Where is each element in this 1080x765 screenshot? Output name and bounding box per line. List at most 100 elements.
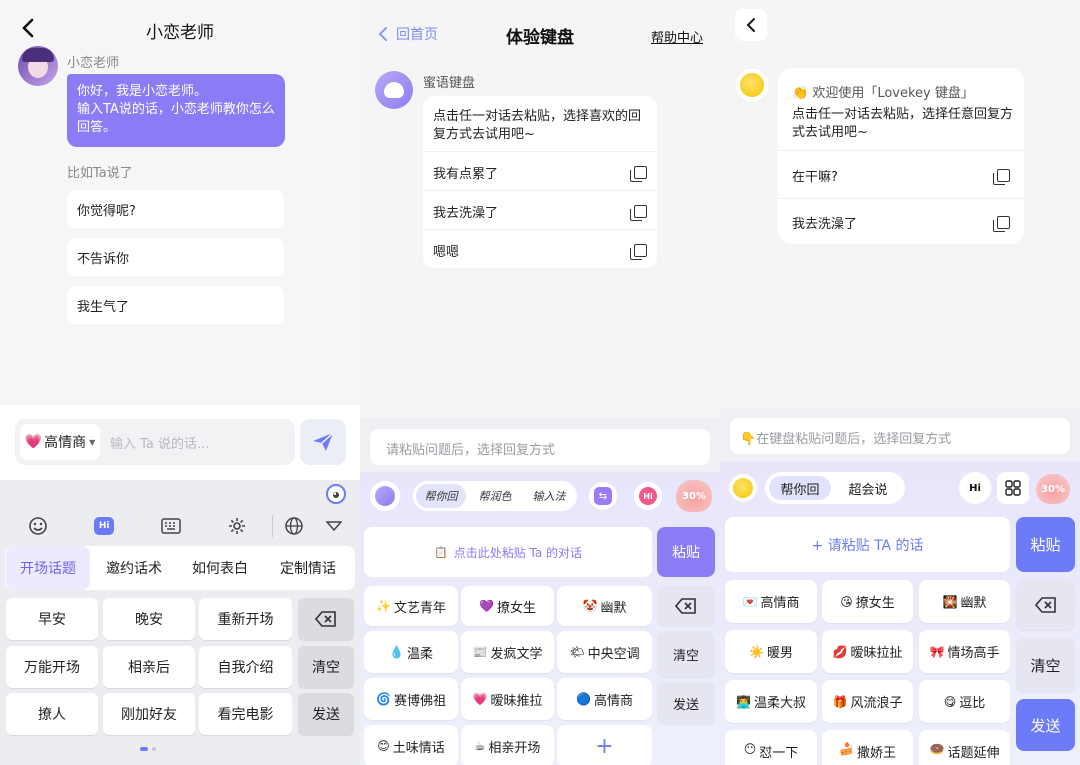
paste-button[interactable]: 粘贴 <box>1016 517 1075 572</box>
style-key[interactable]: 🌤 中央空调 <box>557 631 652 673</box>
phrase-key[interactable]: 早安 <box>6 598 98 640</box>
example-item[interactable]: 我生气了 <box>67 286 284 324</box>
progress-heart: 30% <box>676 480 712 512</box>
copy-icon <box>993 168 1010 185</box>
tab-opening-topic[interactable]: 开场话题 <box>6 546 90 590</box>
page-indicator-active <box>140 747 148 751</box>
style-key[interactable]: 💜 撩女生 <box>461 586 554 626</box>
panel-honey-keyboard: 回首页 体验键盘 帮助中心 蜜语键盘 点击任一对话去粘贴，选择喜欢的回复方式去试… <box>360 0 720 765</box>
style-key[interactable]: 🔵 高情商 <box>557 678 652 720</box>
hi-assistant-icon[interactable]: Hi <box>69 517 138 535</box>
phrase-key[interactable]: 万能开场 <box>6 646 98 688</box>
tab-invite[interactable]: 邀约话术 <box>92 546 176 590</box>
assistant-face-icon[interactable]: ◕ <box>326 484 346 504</box>
paste-area[interactable]: 📋 点击此处粘贴 Ta 的对话 <box>364 527 652 577</box>
tab-help-reply[interactable]: 帮你回 <box>769 476 831 500</box>
paste-input[interactable]: 👇在键盘粘贴问题后，选择回复方式 <box>730 418 1070 454</box>
collapse-keyboard-icon[interactable] <box>314 521 354 531</box>
add-style-button[interactable]: + <box>557 725 652 765</box>
demo-item[interactable]: 我去洗澡了 <box>423 192 657 230</box>
send-key[interactable]: 发送 <box>1016 699 1075 751</box>
style-key[interactable]: ☕ 相亲开场 <box>461 725 554 765</box>
tab-super-talk[interactable]: 超会说 <box>835 476 901 500</box>
point-hand-icon: 👇 <box>740 432 757 447</box>
phrase-key[interactable]: 看完电影 <box>199 693 292 735</box>
demo-card: 点击任一对话去粘贴，选择喜欢的回复方式去试用吧~ 我有点累了 我去洗澡了 嗯嗯 <box>423 96 657 268</box>
help-center-link[interactable]: 帮助中心 <box>651 27 703 46</box>
example-item[interactable]: 你觉得呢? <box>67 190 284 228</box>
keyboard-icon[interactable] <box>139 518 202 534</box>
style-key[interactable]: 🌀 赛博佛祖 <box>364 678 458 720</box>
bot-logo-icon[interactable] <box>370 481 400 511</box>
back-button[interactable] <box>735 9 767 41</box>
greeting-bubble: 你好，我是小恋老师。 输入TA说的话，小恋老师教你怎么回答。 <box>67 74 285 147</box>
phrase-key[interactable]: 自我介绍 <box>199 646 292 688</box>
phrase-key[interactable]: 刚加好友 <box>103 693 195 735</box>
style-key[interactable]: 🎀 情场高手 <box>919 630 1010 673</box>
teacher-avatar <box>18 46 58 86</box>
delete-button[interactable] <box>657 586 715 626</box>
clear-button[interactable]: 清空 <box>1016 638 1075 692</box>
mode-tabs: 帮你回 超会说 <box>765 472 905 504</box>
swap-icon[interactable]: ⇆ <box>589 482 617 510</box>
style-key[interactable]: 😘 撩女生 <box>822 580 913 623</box>
style-key[interactable]: 😋 逗比 <box>919 680 1010 723</box>
tab-input-method[interactable]: 输入法 <box>523 484 575 508</box>
hi-icon[interactable]: Hi <box>634 482 662 510</box>
paste-button[interactable]: 粘贴 <box>657 527 715 577</box>
delete-button[interactable] <box>298 598 354 640</box>
phrase-key[interactable]: 相亲后 <box>103 646 195 688</box>
input-bar: 请粘贴问题后，选择回复方式 <box>360 418 720 472</box>
gear-icon[interactable] <box>202 516 271 536</box>
emoji-icon[interactable] <box>6 516 69 536</box>
send-button[interactable] <box>300 419 346 465</box>
style-key[interactable]: 💌 高情商 <box>725 580 817 623</box>
clear-button[interactable]: 清空 <box>657 631 715 677</box>
style-key[interactable]: ✨ 文艺青年 <box>364 586 458 626</box>
demo-card: 👏 欢迎使用「Lovekey 键盘」 点击任一对话去粘贴，选择任意回复方式去试用… <box>778 68 1024 244</box>
style-key[interactable]: 💋 暧昧拉扯 <box>822 630 913 673</box>
paste-input[interactable]: 请粘贴问题后，选择回复方式 <box>370 429 710 465</box>
phrase-key[interactable]: 撩人 <box>6 693 98 735</box>
mode-select[interactable]: 💗 高情商 ▼ <box>20 424 100 460</box>
style-key[interactable]: 👨‍💻 温柔大叔 <box>725 680 817 723</box>
tab-custom-love-words[interactable]: 定制情话 <box>264 546 352 590</box>
clear-button[interactable]: 清空 <box>298 646 354 688</box>
phrase-key[interactable]: 晚安 <box>103 598 195 640</box>
delete-button[interactable] <box>1016 580 1075 630</box>
send-key[interactable]: 发送 <box>657 682 715 724</box>
style-key[interactable]: 💗 暧昧推拉 <box>461 678 554 720</box>
hi-bubble-icon[interactable]: Hi <box>959 472 991 504</box>
bot-avatar <box>735 68 769 102</box>
bot-logo-icon[interactable] <box>729 474 757 502</box>
style-key[interactable]: 🤡 幽默 <box>557 586 652 626</box>
style-key[interactable]: 🍩 话题延伸 <box>919 730 1010 765</box>
welcome-text: 👏 欢迎使用「Lovekey 键盘」 <box>792 86 974 101</box>
globe-icon[interactable] <box>273 516 315 536</box>
phrase-key[interactable]: 重新开场 <box>199 598 292 640</box>
style-key[interactable]: 🎁 风流浪子 <box>822 680 913 723</box>
send-key[interactable]: 发送 <box>298 693 354 735</box>
tab-help-reply[interactable]: 帮你回 <box>416 484 466 508</box>
style-key[interactable]: 😶 怼一下 <box>725 730 817 765</box>
demo-item[interactable]: 我有点累了 <box>423 153 657 191</box>
style-key[interactable]: 🍰 撒娇王 <box>822 730 913 765</box>
style-key[interactable]: 📰 发疯文学 <box>461 631 554 673</box>
style-key[interactable]: 💧 温柔 <box>364 631 458 673</box>
paste-area[interactable]: + 请粘贴 TA 的话 <box>725 517 1010 572</box>
style-key[interactable]: 😊 土味情话 <box>364 725 458 765</box>
grid-icon[interactable] <box>997 472 1029 504</box>
bot-name: 蜜语键盘 <box>423 76 476 91</box>
keyboard: 帮你回 帮润色 输入法 ⇆ Hi 30% 📋 点击此处粘贴 Ta 的对话 粘贴 ✨… <box>360 472 720 765</box>
demo-item[interactable]: 我去洗澡了 <box>778 202 1024 242</box>
style-key[interactable]: ☀️ 暖男 <box>725 630 817 673</box>
demo-item[interactable]: 在干嘛? <box>778 155 1024 195</box>
tab-confess[interactable]: 如何表白 <box>178 546 262 590</box>
tab-polish[interactable]: 帮润色 <box>469 484 521 508</box>
bot-avatar <box>375 71 413 109</box>
message-input[interactable]: 输入 Ta 说的话... <box>110 433 209 452</box>
send-icon <box>313 432 334 451</box>
example-item[interactable]: 不告诉你 <box>67 238 284 276</box>
style-key[interactable]: 🎇 幽默 <box>919 580 1010 623</box>
demo-item[interactable]: 嗯嗯 <box>423 231 657 269</box>
